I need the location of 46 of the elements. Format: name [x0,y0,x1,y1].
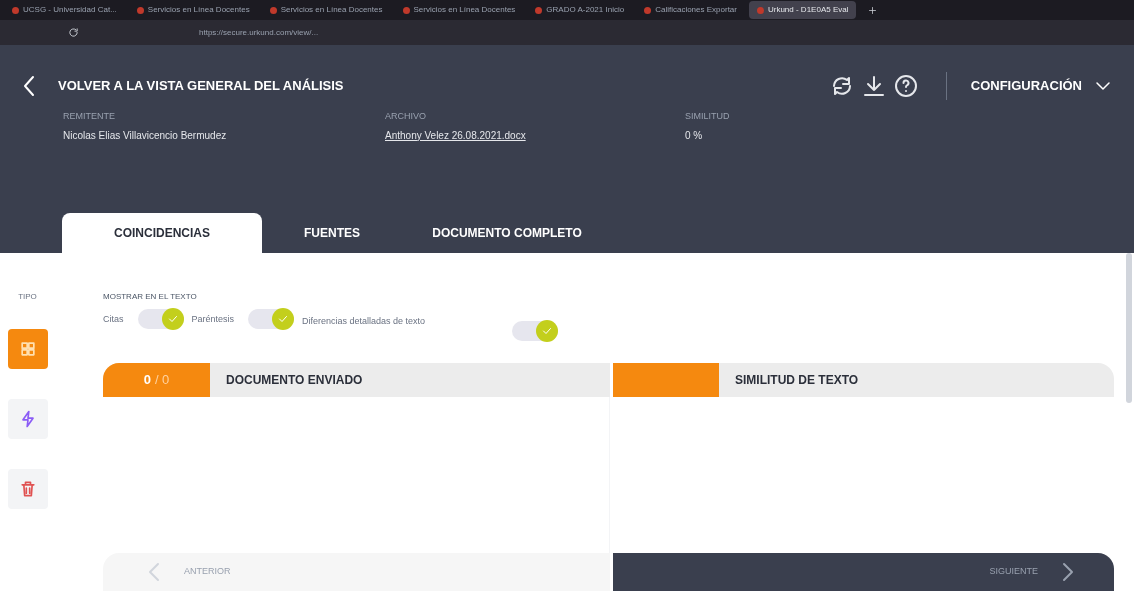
browser-tab[interactable]: Servicios en Línea Docentes [394,1,524,19]
download-icon[interactable] [861,74,886,98]
match-counter: 0 [143,371,151,390]
browser-tab[interactable]: UCSG - Universidad Cat... [4,1,125,19]
toggle-label: Paréntesis [191,313,235,326]
check-icon [541,325,554,337]
panel-title: DOCUMENTO ENVIADO [226,372,363,389]
plus-icon[interactable] [868,5,878,15]
back-icon [22,75,36,97]
filter-button[interactable] [7,399,48,439]
match-total: / 0 [154,371,170,390]
file-link[interactable]: Anthony Velez 26.08.2021.docx [385,127,685,143]
url-text: https://secure.urkund.com/view/... [199,26,319,39]
field-label: REMITENTE [63,110,116,123]
toggle-label: Citas [103,313,124,326]
back-link[interactable]: VOLVER A LA VISTA GENERAL DEL ANÁLISIS [22,75,344,97]
help-icon[interactable] [893,74,918,98]
toggle-switch[interactable] [248,309,295,329]
toggle-switch[interactable] [512,321,559,341]
chevron-right-icon [1062,562,1074,582]
toggle-label: Diferencias detalladas de texto [302,315,427,328]
tab[interactable]: DOCUMENTO COMPLETO [402,213,612,253]
check-icon [166,313,179,325]
field-value: Nicolas Elias Villavicencio Bermudez [63,128,228,143]
field-value: 0 % [685,128,704,143]
toggle-switch[interactable] [137,309,184,329]
scrollbar[interactable] [1126,253,1132,403]
panel-title: SIMILITUD DE TEXTO [735,372,859,389]
tab[interactable]: FUENTES [262,213,402,253]
filter-button[interactable] [7,469,48,509]
check-icon [277,313,290,325]
browser-tab[interactable]: Urkund - D1E0A5 Eval [748,1,857,19]
field-label: SIMILITUD [685,110,731,123]
settings-dropdown[interactable]: CONFIGURACIÓN [970,76,1112,96]
field-label: ARCHIVO [385,110,427,123]
browser-tab[interactable]: Servicios en Línea Docentes [261,1,391,19]
chevron-left-icon [148,562,160,582]
browser-tab[interactable]: Calificaciones Exportar [636,1,745,19]
section-label: MOSTRAR EN EL TEXTO [103,291,198,303]
browser-tab[interactable]: GRADO A-2021 Inicio [527,1,633,19]
browser-tab[interactable]: Servicios en Línea Docentes [128,1,258,19]
reload-icon[interactable] [68,27,79,38]
tab[interactable]: COINCIDENCIAS [62,213,262,253]
next-button[interactable]: SIGUIENTE [613,553,1114,591]
section-label: TIPO [18,291,37,303]
filter-button[interactable] [7,329,48,369]
